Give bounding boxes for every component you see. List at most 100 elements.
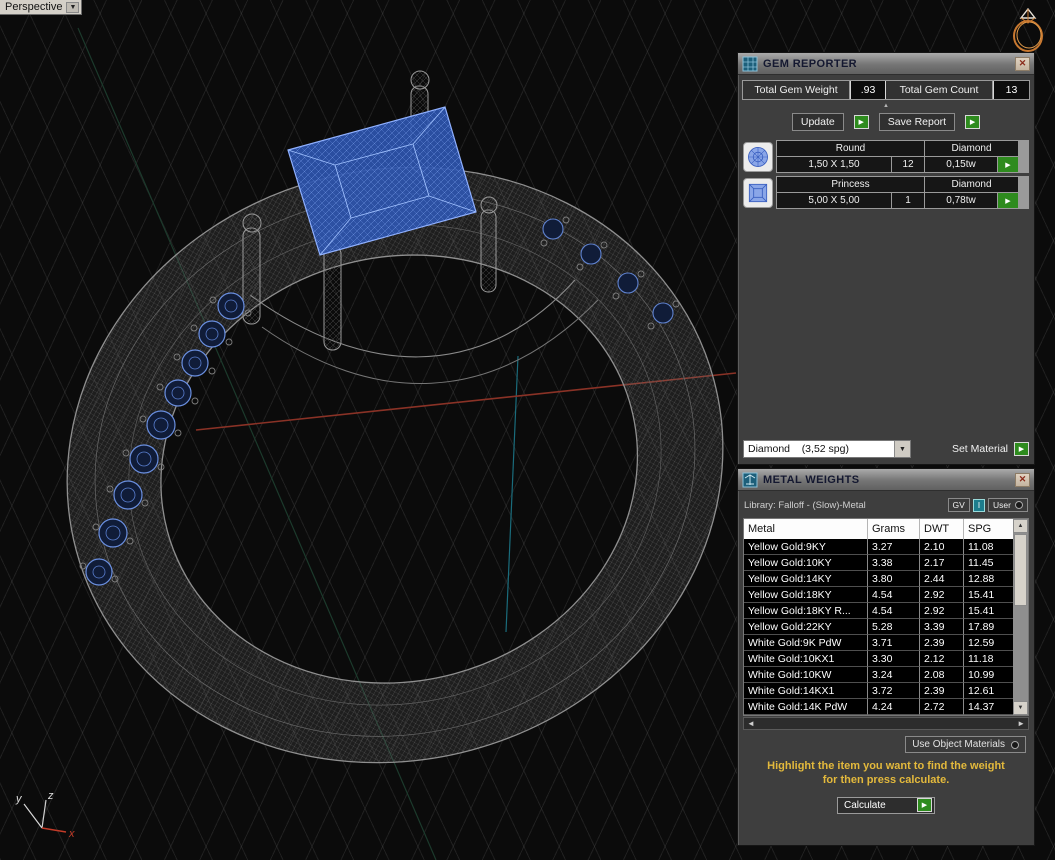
metal-weights-close-button[interactable]: ✕ (1015, 472, 1030, 487)
library-label: Library: Falloff - (Slow)-Metal (744, 499, 866, 511)
gv-indicator: I (972, 498, 986, 512)
gem-row-princess[interactable]: Princess Diamond 5,00 X 5,00 1 0,78tw ▶ (743, 176, 1029, 209)
gem-shape: Round (777, 141, 924, 156)
metal-row[interactable]: White Gold:10KX1 3.30 2.12 11.18 (744, 651, 1015, 667)
use-object-materials-radio-icon[interactable] (1011, 740, 1019, 749)
gem-go-icon[interactable]: ▶ (998, 157, 1018, 172)
vertical-scrollbar[interactable]: ▲ ▼ (1013, 519, 1028, 715)
metal-spg: 12.88 (964, 571, 1015, 587)
update-go-icon[interactable]: ▶ (853, 115, 869, 129)
metal-spg: 11.18 (964, 651, 1015, 667)
metal-dwt: 2.39 (920, 683, 964, 699)
metal-name: Yellow Gold:18KY (744, 587, 868, 603)
material-dropdown[interactable]: Diamond (3,52 spg) ▼ (743, 440, 911, 458)
metal-grams: 4.54 (868, 587, 920, 603)
scrollbar-thumb[interactable] (1014, 534, 1027, 606)
metal-dwt: 2.17 (920, 555, 964, 571)
metal-dwt: 2.08 (920, 667, 964, 683)
metal-row[interactable]: Yellow Gold:18KY 4.54 2.92 15.41 (744, 587, 1015, 603)
gv-button[interactable]: GV (947, 498, 970, 512)
use-object-materials-label: Use Object Materials (912, 739, 1005, 750)
metal-grams: 3.80 (868, 571, 920, 587)
metal-row[interactable]: Yellow Gold:9KY 3.27 2.10 11.08 (744, 539, 1015, 555)
metal-dwt: 2.92 (920, 603, 964, 619)
metal-weights-panel: METAL WEIGHTS ✕ Library: Falloff - (Slow… (737, 468, 1035, 846)
user-button[interactable]: User (988, 498, 1028, 512)
scroll-down-icon[interactable]: ▼ (1013, 701, 1028, 715)
metal-grams: 5.28 (868, 619, 920, 635)
metal-spg: 17.89 (964, 619, 1015, 635)
material-dropdown-arrow-icon[interactable]: ▼ (894, 441, 910, 457)
gem-shape: Princess (777, 177, 924, 192)
metal-weights-titlebar[interactable]: METAL WEIGHTS ✕ (738, 469, 1034, 491)
use-object-materials-toggle[interactable]: Use Object Materials (905, 736, 1026, 753)
metal-row[interactable]: Yellow Gold:22KY 5.28 3.39 17.89 (744, 619, 1015, 635)
gem-count: 12 (892, 157, 924, 172)
save-report-go-icon[interactable]: ▶ (965, 115, 981, 129)
viewport-label-text: Perspective (5, 1, 63, 13)
metal-row[interactable]: White Gold:9K PdW 3.71 2.39 12.59 (744, 635, 1015, 651)
metal-dwt: 2.10 (920, 539, 964, 555)
metal-grams: 3.71 (868, 635, 920, 651)
scroll-left-icon[interactable]: ◄ (747, 719, 755, 728)
metal-grams: 3.72 (868, 683, 920, 699)
axis-x-label: x (68, 828, 75, 840)
metal-name: Yellow Gold:14KY (744, 571, 868, 587)
princess-gem-icon (743, 177, 773, 208)
column-header-grams[interactable]: Grams (868, 519, 920, 539)
metal-row[interactable]: White Gold:10KW 3.24 2.08 10.99 (744, 667, 1015, 683)
metal-spg: 14.37 (964, 699, 1015, 715)
gem-count: 1 (892, 193, 924, 208)
gem-reporter-titlebar[interactable]: GEM REPORTER ✕ (738, 53, 1034, 75)
metal-name: White Gold:10KW (744, 667, 868, 683)
scroll-right-icon[interactable]: ► (1017, 719, 1025, 728)
metal-dwt: 2.72 (920, 699, 964, 715)
metal-dwt: 2.92 (920, 587, 964, 603)
horizontal-scrollbar[interactable]: ◄ ► (743, 717, 1029, 730)
metal-grams: 4.54 (868, 603, 920, 619)
gem-reporter-close-button[interactable]: ✕ (1015, 56, 1030, 71)
metal-row[interactable]: Yellow Gold:18KY R... 4.54 2.92 15.41 (744, 603, 1015, 619)
axis-z-label: z (47, 790, 54, 802)
calculate-button[interactable]: Calculate ▶ (837, 796, 935, 814)
set-material-go-icon[interactable]: ▶ (1014, 442, 1029, 456)
metal-row[interactable]: Yellow Gold:14KY 3.80 2.44 12.88 (744, 571, 1015, 587)
metal-row[interactable]: White Gold:14K PdW 4.24 2.72 14.37 (744, 699, 1015, 715)
metal-grams: 3.30 (868, 651, 920, 667)
gem-list: Round Diamond 1,50 X 1,50 12 0,15tw ▶ Pr… (738, 140, 1034, 209)
column-header-metal[interactable]: Metal (744, 519, 868, 539)
update-button[interactable]: Update (791, 113, 844, 131)
instruction-text: Highlight the item you want to find the … (767, 760, 1005, 786)
column-header-spg[interactable]: SPG (964, 519, 1015, 539)
calculate-go-icon[interactable]: ▶ (917, 798, 932, 812)
material-dropdown-value: Diamond (3,52 spg) (748, 443, 849, 455)
metal-weights-title: METAL WEIGHTS (763, 473, 860, 486)
metal-grams: 4.24 (868, 699, 920, 715)
metal-spg: 15.41 (964, 587, 1015, 603)
metal-name: Yellow Gold:18KY R... (744, 603, 868, 619)
viewport-dropdown-icon[interactable]: ▼ (66, 1, 80, 13)
metal-row[interactable]: White Gold:14KX1 3.72 2.39 12.61 (744, 683, 1015, 699)
calculate-button-label: Calculate (844, 799, 886, 811)
gem-material: Diamond (925, 177, 1018, 192)
set-material-button[interactable]: Set Material (952, 443, 1008, 455)
gem-size: 1,50 X 1,50 (777, 157, 891, 172)
metal-spg: 11.45 (964, 555, 1015, 571)
gem-row-round[interactable]: Round Diamond 1,50 X 1,50 12 0,15tw ▶ (743, 140, 1029, 173)
scroll-up-icon[interactable]: ▲ (1013, 519, 1028, 533)
gem-weight: 0,15tw (925, 157, 997, 172)
metal-dwt: 2.44 (920, 571, 964, 587)
column-header-dwt[interactable]: DWT (920, 519, 964, 539)
gem-go-icon[interactable]: ▶ (998, 193, 1018, 208)
metal-grams: 3.27 (868, 539, 920, 555)
collapse-arrow-icon[interactable]: ▲ (883, 103, 889, 109)
metal-spg: 11.08 (964, 539, 1015, 555)
viewport-label[interactable]: Perspective ▼ (0, 0, 83, 15)
total-gem-count-label: Total Gem Count (886, 81, 993, 99)
save-report-button[interactable]: Save Report (878, 113, 956, 131)
metal-dwt: 3.39 (920, 619, 964, 635)
user-radio-icon[interactable] (1015, 501, 1023, 509)
metal-dwt: 2.12 (920, 651, 964, 667)
total-gem-weight-value: .93 (850, 81, 886, 99)
metal-row[interactable]: Yellow Gold:10KY 3.38 2.17 11.45 (744, 555, 1015, 571)
